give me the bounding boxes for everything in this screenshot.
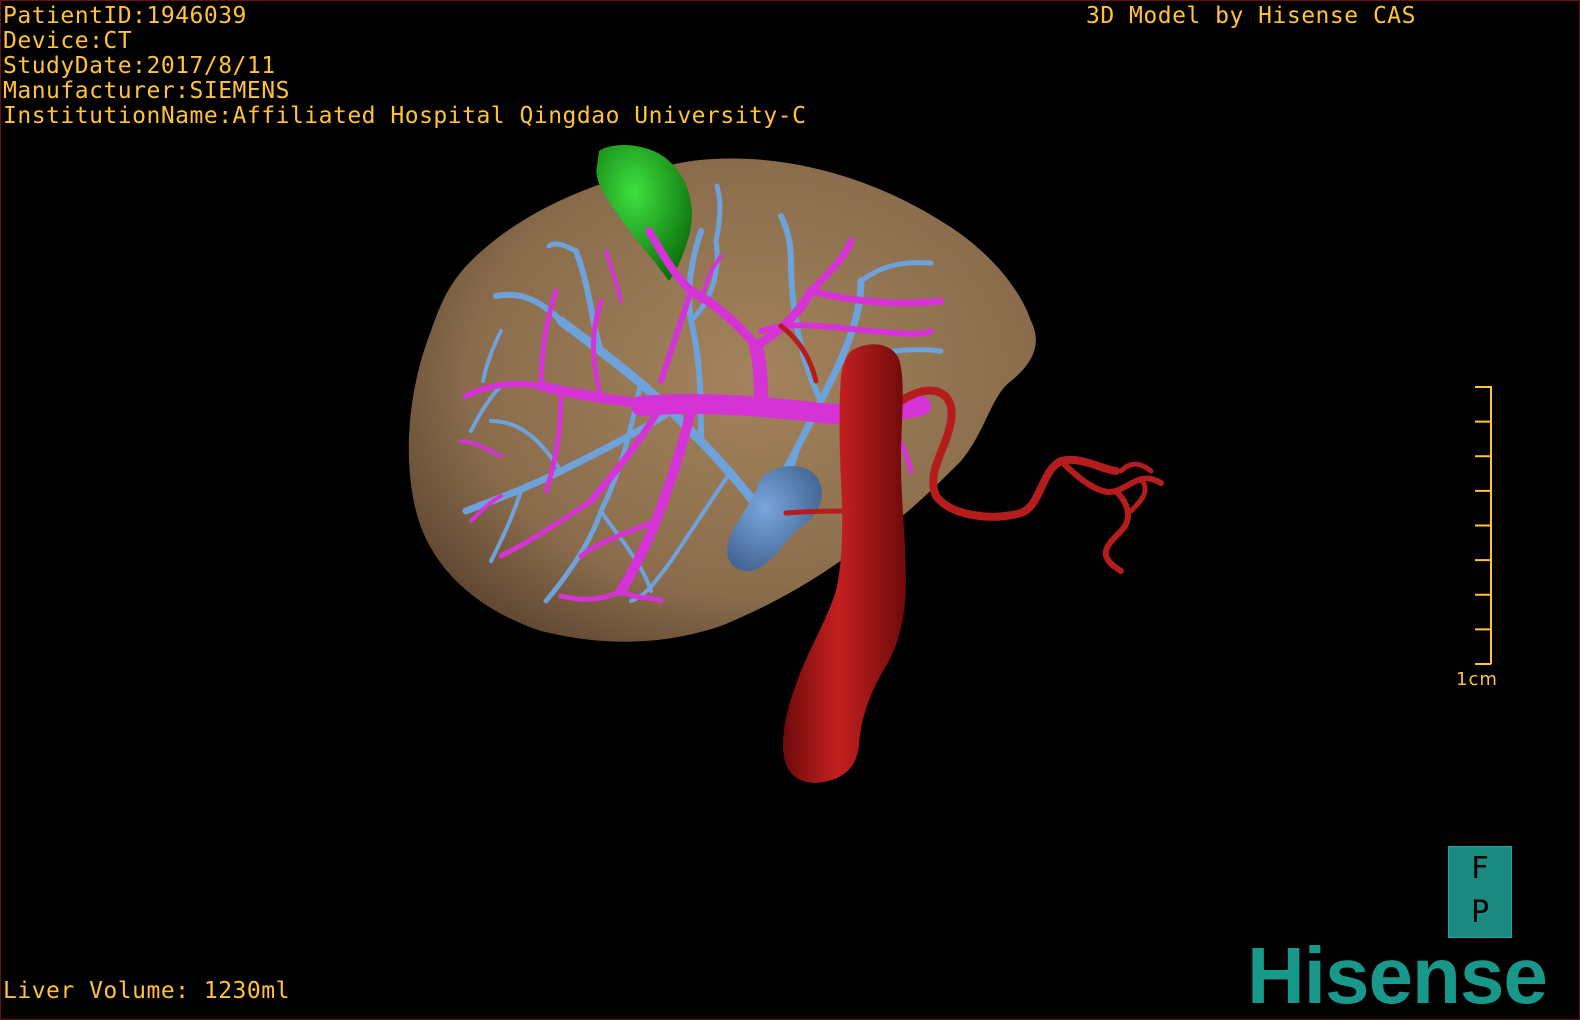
patient-id-text: PatientID:1946039 [3,3,247,29]
institution-text: InstitutionName:Affiliated Hospital Qing… [3,103,807,129]
study-date-text: StudyDate:2017/8/11 [3,53,276,79]
study-info-overlay: PatientID:1946039 Device:CT StudyDate:20… [3,4,806,129]
model-credit-text: 3D Model by Hisense CAS [1086,3,1416,29]
orientation-top-label: F [1471,851,1489,886]
hisense-logo: Hisense [1247,931,1548,1020]
liver-volume-text: Liver Volume: 1230ml [3,978,290,1004]
scale-bar-ticks [1475,386,1491,665]
scale-bar [1475,386,1492,665]
orientation-cube[interactable]: F P [1448,846,1512,938]
device-text: Device:CT [3,28,133,54]
liver-3d-model-scene[interactable] [1,1,1580,1020]
scale-bar-label: 1cm [1456,669,1498,690]
3d-viewport[interactable]: PatientID:1946039 Device:CT StudyDate:20… [0,0,1580,1020]
orientation-bottom-label: P [1470,895,1490,930]
manufacturer-text: Manufacturer:SIEMENS [3,78,290,104]
